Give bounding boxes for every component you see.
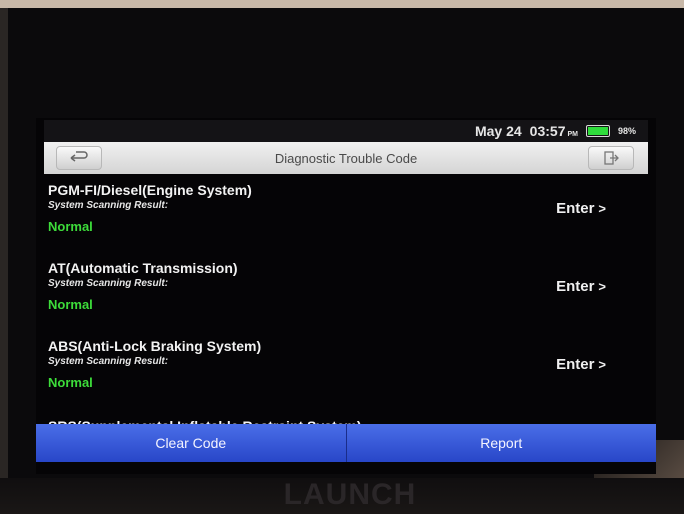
system-item[interactable]: ABS(Anti-Lock Braking System) System Sca… <box>48 338 618 416</box>
clear-code-button[interactable]: Clear Code <box>36 424 346 462</box>
brand-logo: LAUNCH <box>283 478 417 511</box>
system-item[interactable]: AT(Automatic Transmission) System Scanni… <box>48 260 618 338</box>
system-list: PGM-FI/Diesel(Engine System) System Scan… <box>48 182 618 416</box>
battery-icon <box>585 125 610 137</box>
status-ampm: PM <box>567 131 578 138</box>
system-name: AT(Automatic Transmission) <box>48 260 238 276</box>
page-title: Diagnostic Trouble Code <box>274 150 418 166</box>
scan-result-label: System Scanning Result: <box>48 356 169 367</box>
device-bezel-left <box>0 8 8 514</box>
back-button[interactable] <box>56 146 102 170</box>
photo-top-edge <box>0 0 684 8</box>
enter-label: Enter <box>556 200 595 217</box>
back-arrow-icon <box>70 151 88 162</box>
exit-icon <box>604 151 619 165</box>
status-clock: 03:57 PM <box>530 123 578 139</box>
enter-button[interactable]: Enter > <box>556 356 606 373</box>
status-time: 03:57 <box>529 123 566 139</box>
report-button[interactable]: Report <box>347 424 657 462</box>
chevron-right-icon: > <box>598 279 606 294</box>
status-normal: Normal <box>48 297 93 312</box>
title-bar: Diagnostic Trouble Code <box>44 142 648 174</box>
chevron-right-icon: > <box>598 357 606 372</box>
enter-label: Enter <box>556 278 595 295</box>
status-normal: Normal <box>48 219 93 234</box>
enter-label: Enter <box>556 356 595 373</box>
enter-button[interactable]: Enter > <box>556 278 606 295</box>
system-item[interactable]: PGM-FI/Diesel(Engine System) System Scan… <box>48 182 618 260</box>
system-name: PGM-FI/Diesel(Engine System) <box>48 182 252 198</box>
battery-percent: 98% <box>617 126 636 136</box>
status-bar: May 24 03:57 PM 98% <box>44 120 648 142</box>
system-name: ABS(Anti-Lock Braking System) <box>48 338 262 354</box>
bottom-action-bar: Clear Code Report <box>36 424 656 462</box>
chevron-right-icon: > <box>598 201 606 216</box>
exit-button[interactable] <box>588 146 634 170</box>
scan-result-label: System Scanning Result: <box>48 278 169 289</box>
enter-button[interactable]: Enter > <box>556 200 606 217</box>
device-screen: May 24 03:57 PM 98% Diagnostic Trouble Co… <box>36 118 656 474</box>
status-date: May 24 <box>474 123 522 139</box>
scan-result-label: System Scanning Result: <box>48 200 169 211</box>
status-normal: Normal <box>48 375 93 390</box>
